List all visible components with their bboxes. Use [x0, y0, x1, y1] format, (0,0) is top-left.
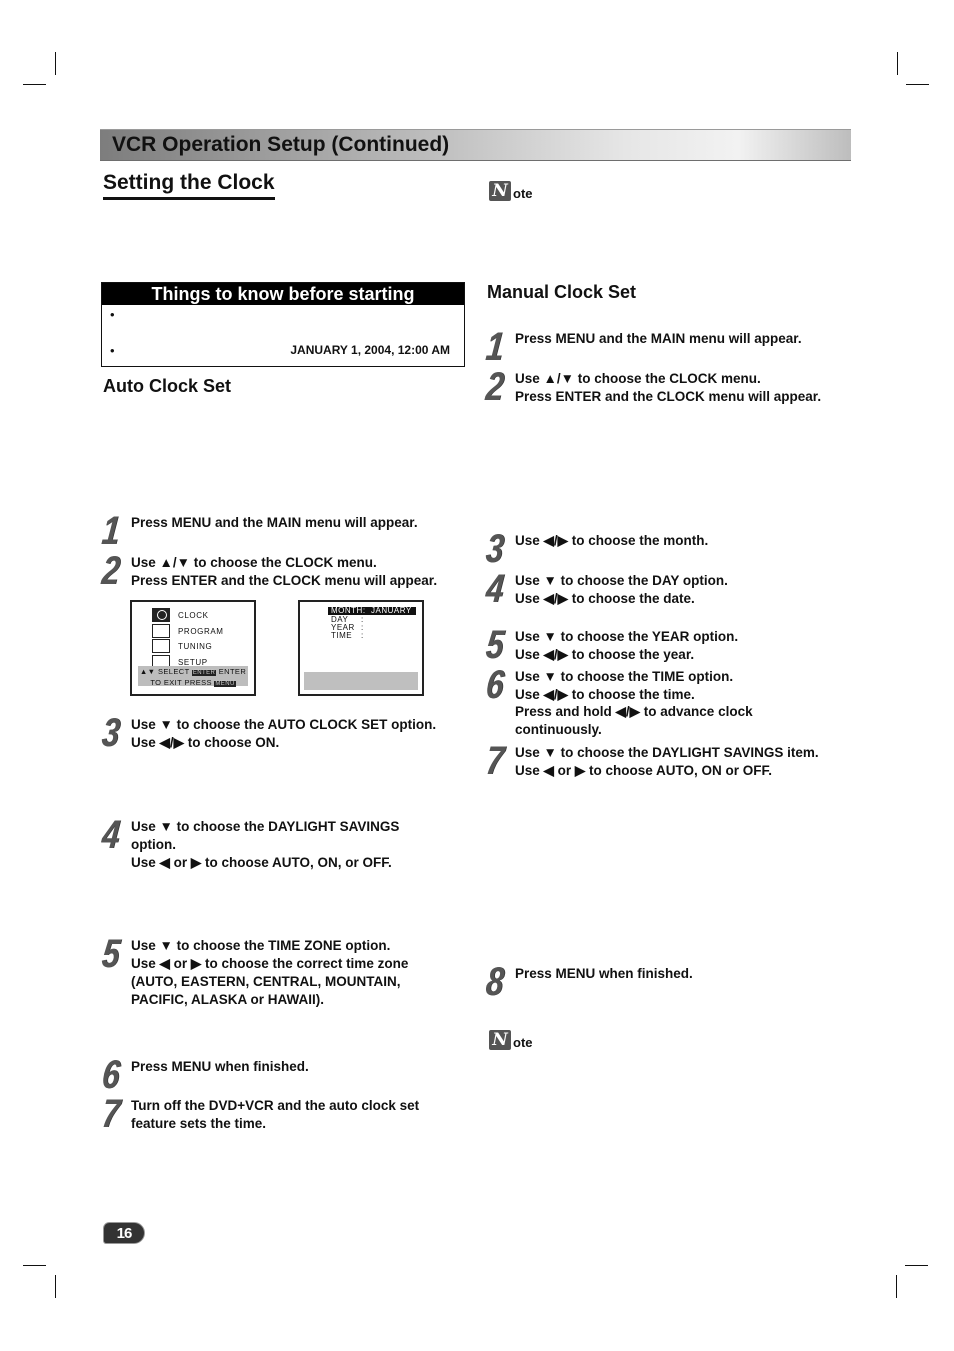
step-text: Use ◀/▶ to choose the month. — [515, 533, 709, 548]
things-to-know-title: Things to know before starting — [102, 283, 464, 305]
step-text: Use ▼ to choose the AUTO CLOCK SET optio… — [131, 717, 437, 732]
help-select: ▲▼ SELECT — [139, 667, 190, 676]
step-number: 2 — [99, 549, 121, 593]
bullet: • — [110, 307, 115, 322]
step-text: Use ▼ to choose the DAYLIGHT SAVINGS ite… — [515, 745, 819, 760]
step-text: Use ▲/▼ to choose the CLOCK menu. — [131, 555, 377, 570]
step-number: 7 — [99, 1092, 121, 1136]
clock-row-month: MONTH: JANUARY — [328, 607, 416, 615]
step-number: 1 — [99, 509, 121, 553]
help-enter: ENTER — [218, 667, 247, 676]
crop-mark — [897, 52, 898, 75]
step-text: Use ◀/▶ to choose the time. — [515, 686, 695, 702]
menu-item-label: PROGRAM — [178, 626, 224, 636]
manual-clock-heading: Manual Clock Set — [487, 282, 637, 302]
step-text: Press MENU and the MAIN menu will appear… — [515, 331, 802, 346]
crop-mark — [55, 52, 56, 75]
step-number: 1 — [483, 325, 505, 369]
page-number-badge: 16 — [103, 1222, 145, 1244]
things-to-know-box: Things to know before starting • • JANUA… — [101, 282, 465, 367]
menu-item-label: TUNING — [178, 641, 213, 651]
note-label: N ote — [489, 1030, 533, 1050]
step-number: 3 — [483, 527, 505, 571]
clock-menu-screen: MONTH: JANUARY DAY: YEAR: TIME: — [298, 600, 424, 696]
note-label: N ote — [489, 181, 533, 201]
step-text: Use ▼ to choose the TIME option. — [515, 669, 734, 684]
step-text: Use ▼ to choose the DAY option. — [515, 573, 728, 588]
crop-mark — [896, 1275, 897, 1298]
step-text: Use ◀/▶ to choose the year. — [515, 647, 695, 662]
crop-mark — [23, 1265, 46, 1266]
step-text: Use ▼ to choose the YEAR option. — [515, 629, 739, 644]
crop-mark — [55, 1275, 56, 1298]
row-value: JANUARY — [371, 606, 412, 615]
row-label: MONTH — [331, 606, 363, 615]
step-text: Use ▼ to choose the TIME ZONE option. — [131, 938, 391, 953]
row-sep: : — [362, 606, 366, 615]
step-number: 7 — [483, 739, 505, 783]
default-date: JANUARY 1, 2004, 12:00 AM — [290, 343, 450, 357]
section-title: Setting the Clock — [103, 171, 275, 200]
step-number: 8 — [483, 960, 505, 1004]
antenna-tuning-icon — [152, 639, 170, 653]
menu-item-program: PROGRAM — [152, 624, 224, 638]
step-number: 2 — [483, 365, 505, 409]
note-text: ote — [513, 186, 533, 201]
step-text: Press ENTER and the CLOCK menu will appe… — [131, 573, 438, 588]
step-text: (AUTO, EASTERN, CENTRAL, MOUNTAIN, — [131, 974, 401, 989]
crop-mark — [23, 84, 46, 85]
rec-program-icon — [152, 624, 170, 638]
step-text: Press MENU and the MAIN menu will appear… — [131, 515, 418, 530]
menu-item-tuning: TUNING — [152, 639, 212, 653]
step-number: 4 — [483, 567, 505, 611]
auto-clock-heading: Auto Clock Set — [103, 376, 232, 396]
row-sep: : — [361, 631, 364, 640]
step-text: Use ◀ or ▶ to choose AUTO, ON, or OFF. — [131, 855, 392, 870]
step-number: 5 — [483, 623, 505, 667]
note-text: ote — [513, 1035, 533, 1050]
step-number: 6 — [483, 663, 505, 707]
step-text: Press MENU when finished. — [131, 1059, 309, 1074]
step-text: PACIFIC, ALASKA or HAWAII). — [131, 992, 324, 1007]
crop-mark — [906, 84, 929, 85]
step-text: continuously. — [515, 721, 602, 737]
step-text: Use ◀ or ▶ to choose AUTO, ON or OFF. — [515, 763, 773, 778]
step-number: 4 — [99, 813, 121, 857]
menu-key-tag: MENU — [214, 681, 236, 687]
note-icon: N — [489, 181, 511, 201]
menu-item-label: CLOCK — [178, 610, 209, 620]
banner-title: VCR Operation Setup (Continued) — [112, 133, 450, 156]
clock-row-time: TIME: — [331, 631, 363, 640]
note-icon: N — [489, 1030, 511, 1050]
step-text: Use ▲/▼ to choose the CLOCK menu. — [515, 371, 761, 386]
bullet: • — [110, 343, 115, 358]
row-label: TIME — [331, 631, 353, 640]
step-text: Press and hold ◀/▶ to advance clock — [515, 704, 753, 719]
crop-mark — [905, 1265, 928, 1266]
section-banner: VCR Operation Setup (Continued) — [100, 129, 851, 161]
menu-item-clock: CLOCK — [152, 608, 209, 622]
step-text: Use ◀/▶ to choose the date. — [515, 591, 695, 606]
clock-icon — [152, 608, 170, 622]
step-text: Use ◀/▶ to choose ON. — [131, 735, 280, 750]
menu-help-bar: ▲▼ SELECT ENTER ENTER TO EXIT PRESS MENU — [138, 666, 248, 687]
step-text: Use ◀ or ▶ to choose the correct time zo… — [131, 956, 409, 971]
step-text: feature sets the time. — [131, 1116, 267, 1131]
step-number: 3 — [99, 711, 121, 755]
step-text: Press ENTER and the CLOCK menu will appe… — [515, 389, 822, 404]
step-number: 6 — [99, 1053, 121, 1097]
step-text: Turn off the DVD+VCR and the auto clock … — [131, 1098, 420, 1113]
step-number: 5 — [99, 932, 121, 976]
clock-menu-help-bar — [304, 672, 418, 690]
step-text: option. — [131, 837, 176, 852]
help-exit: TO EXIT PRESS — [150, 678, 212, 687]
step-text: Press MENU when finished. — [515, 966, 693, 981]
enter-key-tag: ENTER — [191, 670, 217, 676]
main-menu-screen: CLOCK PROGRAM TUNING SETUP ▲▼ SELECT ENT… — [130, 600, 256, 696]
step-text: Use ▼ to choose the DAYLIGHT SAVINGS — [131, 819, 400, 834]
